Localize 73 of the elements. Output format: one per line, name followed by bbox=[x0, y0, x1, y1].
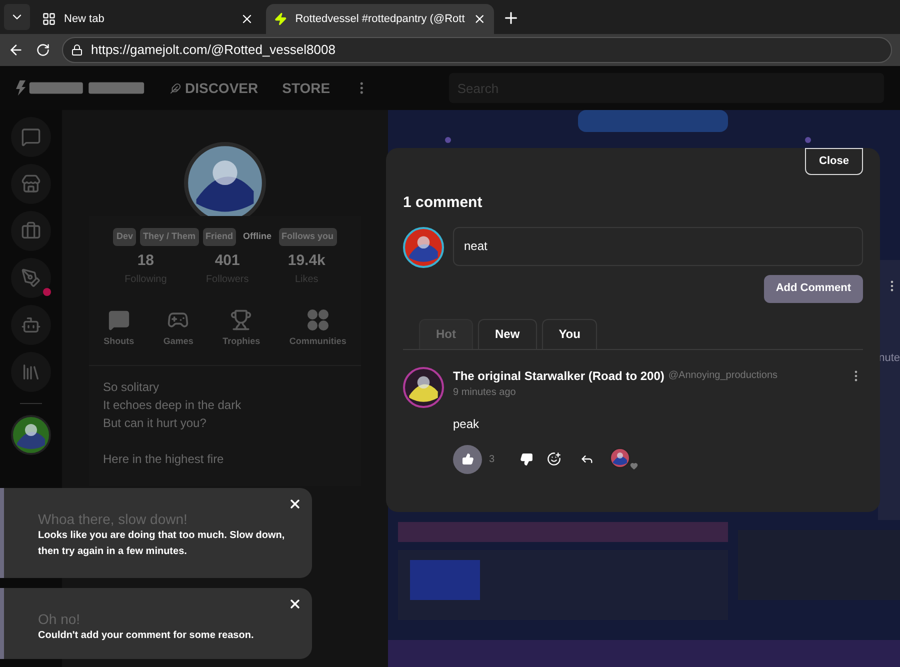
library-icon bbox=[21, 362, 41, 382]
user-avatar bbox=[11, 415, 51, 455]
logo-icon[interactable] bbox=[16, 80, 146, 96]
comments-heading: 1 comment bbox=[403, 193, 484, 213]
rail-button[interactable] bbox=[11, 352, 51, 392]
close-button[interactable]: Close bbox=[805, 148, 863, 175]
bolt-icon bbox=[274, 12, 288, 26]
lock-icon bbox=[71, 44, 83, 56]
browser-tab[interactable]: Rottedvessel #rottedpantry (@Rott bbox=[266, 4, 494, 34]
toast-message: Couldn't add your comment for some reason. bbox=[38, 629, 255, 643]
browser-tab[interactable]: New tab bbox=[34, 4, 262, 34]
sort-tab[interactable]: You bbox=[542, 318, 598, 348]
profile-tag: Dev bbox=[113, 228, 136, 246]
tab-title: New tab bbox=[64, 12, 106, 27]
rail-button[interactable] bbox=[11, 117, 51, 157]
bio-line: Here in the highest fire bbox=[103, 450, 225, 468]
profile-tag: Offline bbox=[240, 228, 275, 246]
profile-tag: They / Them bbox=[140, 228, 198, 246]
rail-button[interactable] bbox=[11, 164, 51, 204]
chat-icon bbox=[21, 127, 41, 147]
profile-tag: Friend bbox=[202, 228, 236, 246]
thumbs-up-icon bbox=[462, 453, 474, 465]
profile-nav-link[interactable]: Communities bbox=[289, 309, 346, 348]
close-icon[interactable] bbox=[472, 12, 486, 26]
feather-icon bbox=[170, 82, 181, 94]
close-icon[interactable] bbox=[288, 497, 302, 511]
robot-icon bbox=[21, 315, 41, 335]
stat-value: 401 bbox=[214, 250, 240, 270]
commenter-avatar bbox=[403, 366, 444, 408]
like-button[interactable] bbox=[453, 444, 482, 474]
profile-tag: Follows you bbox=[278, 228, 337, 246]
sort-tab[interactable]: New bbox=[478, 318, 537, 348]
nav-link[interactable]: DISCOVER bbox=[170, 78, 258, 98]
rail-button[interactable] bbox=[11, 305, 51, 345]
bio-line: It echoes deep in the dark bbox=[103, 396, 242, 414]
tab-title: Rottedvessel #rottedpantry (@Rott bbox=[295, 12, 465, 27]
comment-field[interactable]: neat bbox=[453, 226, 863, 266]
address-field[interactable]: https://gamejolt.com/@Rotted_vessel8008 bbox=[62, 37, 892, 63]
sort-tab[interactable]: Hot bbox=[419, 318, 473, 348]
like-count: 3 bbox=[488, 452, 496, 466]
quill-icon bbox=[21, 268, 41, 288]
comment-text: peak bbox=[453, 416, 480, 432]
profile-nav-link[interactable]: Shouts bbox=[104, 309, 134, 348]
rail-button[interactable] bbox=[11, 258, 51, 298]
briefcase-icon bbox=[21, 221, 41, 241]
close-icon[interactable] bbox=[288, 597, 302, 611]
back-icon[interactable] bbox=[8, 42, 24, 58]
liker-avatar bbox=[610, 448, 630, 468]
stat-value: 18 bbox=[137, 250, 154, 270]
comment-time: 9 minutes ago bbox=[453, 386, 517, 400]
heart-icon bbox=[630, 462, 638, 470]
profile-nav-link[interactable]: Games bbox=[163, 309, 194, 348]
stat-value: 19.4k bbox=[288, 250, 326, 270]
reload-icon[interactable] bbox=[36, 43, 50, 57]
add-comment-button[interactable]: Add Comment bbox=[764, 274, 863, 302]
close-icon[interactable] bbox=[240, 12, 254, 26]
four-circles-icon bbox=[306, 309, 329, 331]
url-text: https://gamejolt.com/@Rotted_vessel8008 bbox=[91, 41, 336, 60]
rail-button[interactable] bbox=[11, 211, 51, 251]
comment-author[interactable]: The original Starwalker (Road to 200) bbox=[453, 366, 664, 384]
store-icon bbox=[21, 174, 41, 194]
bio-line: But can it hurt you? bbox=[103, 414, 208, 432]
toast-message: Looks like you are doing that too much. Slow down, then try again in a few minutes. bbox=[38, 529, 286, 559]
speech-bubble-icon bbox=[108, 309, 130, 331]
comment-handle[interactable]: @Annoying_productions bbox=[668, 368, 778, 383]
user-avatar bbox=[403, 226, 444, 268]
nav-link[interactable]: STORE bbox=[282, 78, 330, 98]
profile-nav-link[interactable]: Trophies bbox=[222, 309, 260, 348]
tab-list-button[interactable] bbox=[4, 4, 30, 30]
add-reaction-icon[interactable] bbox=[547, 452, 561, 466]
dislike-icon[interactable] bbox=[520, 452, 533, 466]
bio-line: So solitary bbox=[103, 378, 160, 396]
trophy-icon bbox=[230, 309, 252, 331]
